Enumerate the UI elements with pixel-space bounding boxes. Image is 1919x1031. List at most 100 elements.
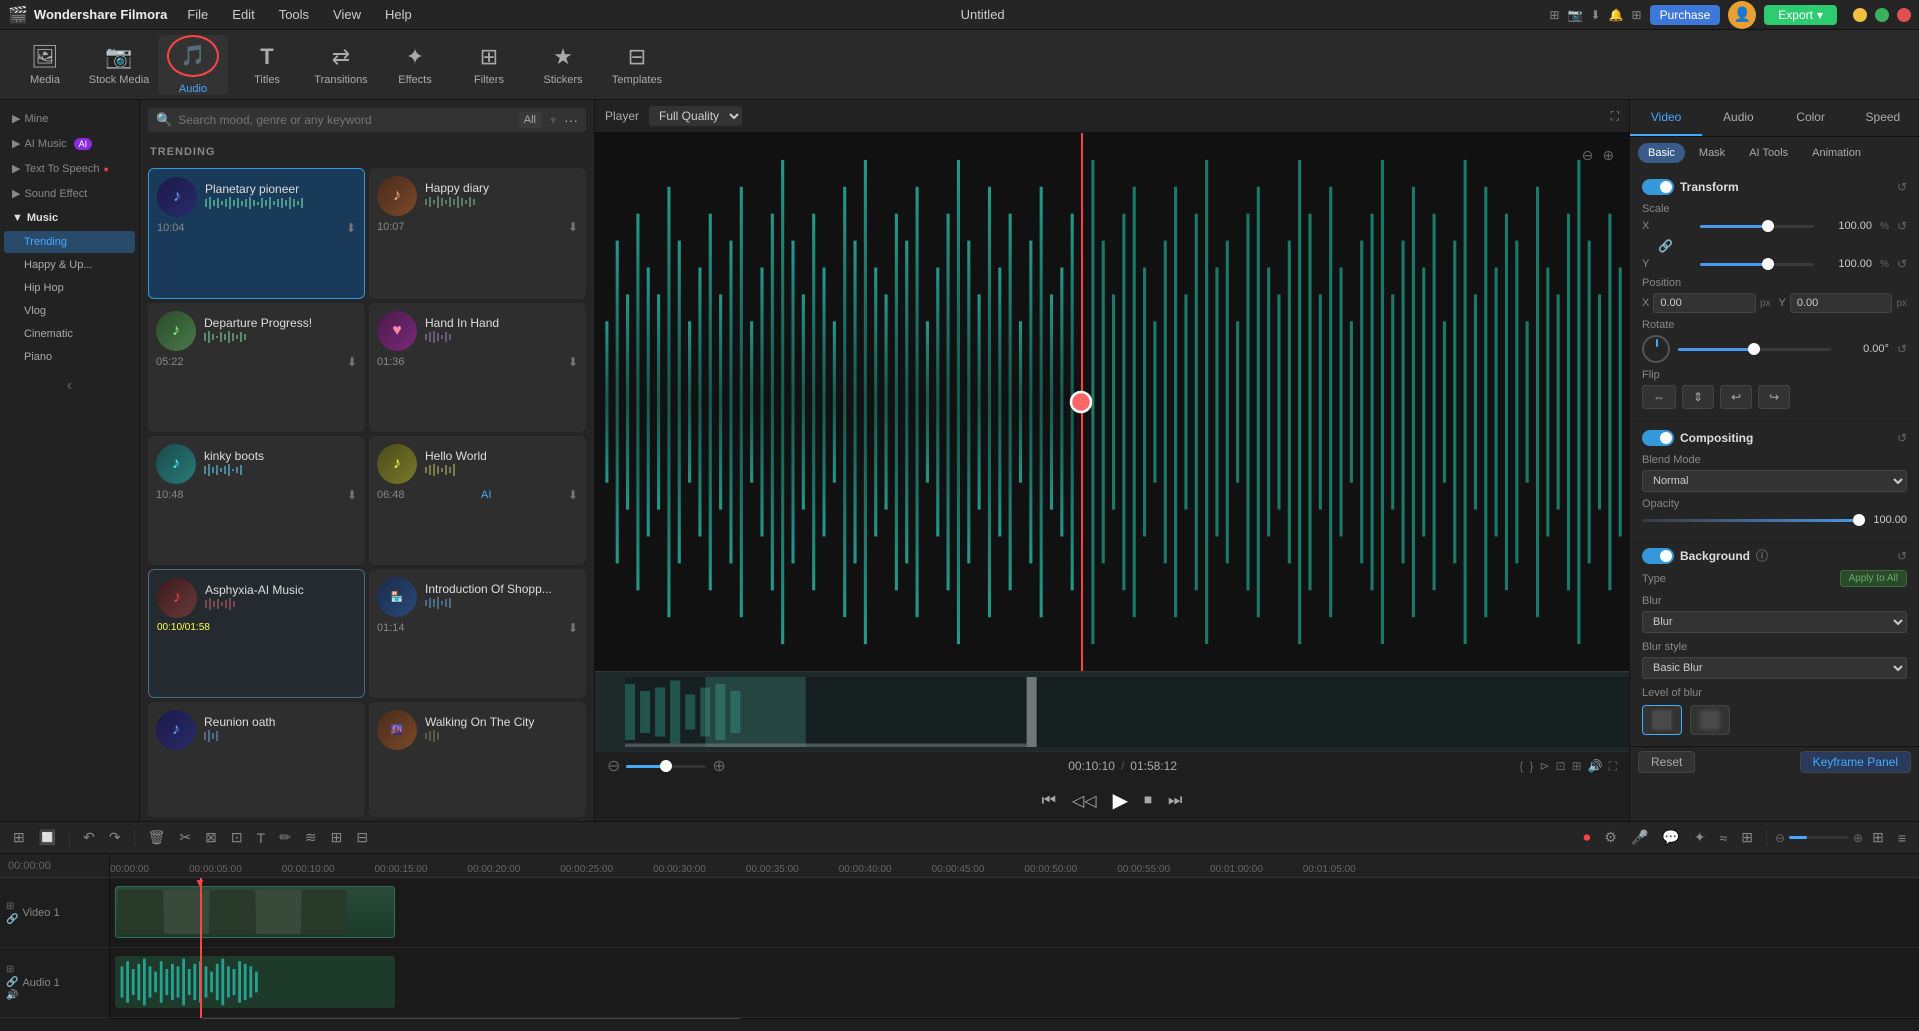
stop-button[interactable]: ⏹ bbox=[1140, 788, 1156, 814]
menu-icon-4[interactable]: 🔔 bbox=[1609, 8, 1624, 22]
tl-zoom-slider[interactable] bbox=[1789, 836, 1849, 839]
tl-audio-button[interactable]: 🎤 bbox=[1626, 826, 1653, 849]
fullscreen-icon[interactable]: ⛶ bbox=[1611, 109, 1619, 124]
zoom-slider[interactable] bbox=[626, 765, 706, 768]
blur-select[interactable]: Blur Color Image bbox=[1642, 611, 1907, 633]
scrollbar-thumb[interactable] bbox=[200, 1018, 743, 1019]
rewind-button[interactable]: ◁◁ bbox=[1068, 787, 1101, 815]
tl-scene-button[interactable]: ⊞ bbox=[1736, 826, 1758, 849]
apply-to-all-button[interactable]: Apply to All bbox=[1840, 570, 1907, 587]
download-icon-5[interactable]: ⬇ bbox=[347, 488, 357, 502]
search-more-icon[interactable]: ··· bbox=[564, 112, 578, 128]
sidebar-item-text-to-speech[interactable]: ▶ Text To Speech ● bbox=[0, 156, 139, 181]
music-card-8[interactable]: 🏪 Introduction Of Shopp... bbox=[369, 569, 586, 698]
blur-style-select[interactable]: Basic Blur Mosaic Blur Strong Blur bbox=[1642, 657, 1907, 679]
menu-file[interactable]: File bbox=[183, 5, 212, 24]
menu-icon-2[interactable]: 📷 bbox=[1568, 8, 1583, 22]
tl-more2-button[interactable]: ⊟ bbox=[351, 826, 373, 849]
music-card-7[interactable]: ♪ Asphyxia-AI Music bbox=[148, 569, 365, 698]
toolbar-stickers[interactable]: ★ Stickers bbox=[528, 35, 598, 95]
toolbar-audio[interactable]: 🎵 Audio bbox=[158, 35, 228, 95]
split-icon[interactable]: ⊳ bbox=[1539, 759, 1549, 774]
scale-y-slider[interactable] bbox=[1700, 263, 1814, 266]
background-info-icon[interactable]: ⓘ bbox=[1756, 547, 1768, 564]
tab-speed[interactable]: Speed bbox=[1847, 100, 1919, 136]
vol-icon[interactable]: 🔊 bbox=[1588, 759, 1603, 774]
flip-horizontal-button[interactable]: ⇔ bbox=[1642, 385, 1676, 409]
purchase-button[interactable]: Purchase bbox=[1650, 5, 1721, 25]
menu-tools[interactable]: Tools bbox=[275, 5, 313, 24]
minimize-button[interactable] bbox=[1853, 8, 1867, 22]
tl-zoom-in-icon[interactable]: ⊕ bbox=[1853, 831, 1863, 845]
blur-level-2[interactable] bbox=[1690, 705, 1730, 735]
sidebar-sub-cinematic[interactable]: Cinematic bbox=[4, 323, 135, 345]
opacity-slider[interactable] bbox=[1642, 519, 1865, 522]
transform-reset-icon[interactable]: ↺ bbox=[1897, 180, 1907, 194]
download-icon-3[interactable]: ⬇ bbox=[347, 355, 357, 369]
music-card-5[interactable]: ♪ kinky boots bbox=[148, 436, 365, 565]
maximize-button[interactable] bbox=[1875, 8, 1889, 22]
sidebar-item-mine[interactable]: ▶ Mine bbox=[0, 106, 139, 131]
background-reset-icon[interactable]: ↺ bbox=[1897, 549, 1907, 563]
video-clip[interactable] bbox=[115, 886, 395, 938]
tl-ripple-button[interactable]: ≋ bbox=[300, 826, 322, 849]
link-track-icon[interactable]: 🔗 bbox=[6, 914, 18, 925]
toolbar-titles[interactable]: T Titles bbox=[232, 35, 302, 95]
music-card-1[interactable]: ♪ Planetary pioneer bbox=[148, 168, 365, 299]
toolbar-stock[interactable]: 📷 Stock Media bbox=[84, 35, 154, 95]
music-card-4[interactable]: ♥ Hand In Hand bbox=[369, 303, 586, 432]
tl-select-button[interactable]: ⊡ bbox=[226, 826, 248, 849]
timeline-scrollbar[interactable] bbox=[110, 1018, 1919, 1019]
search-input[interactable] bbox=[178, 113, 512, 127]
mark-out-icon[interactable]: } bbox=[1529, 759, 1533, 774]
menu-edit[interactable]: Edit bbox=[228, 5, 258, 24]
user-avatar[interactable]: 👤 bbox=[1728, 1, 1756, 29]
sidebar-sub-trending[interactable]: Trending bbox=[4, 231, 135, 253]
music-card-6[interactable]: ♪ Hello World bbox=[369, 436, 586, 565]
sub-tab-basic[interactable]: Basic bbox=[1638, 143, 1685, 163]
sidebar-sub-piano[interactable]: Piano bbox=[4, 346, 135, 368]
zoom-in-icon[interactable]: ⊕ bbox=[712, 756, 725, 776]
music-card-10[interactable]: 🌆 Walking On The City bbox=[369, 702, 586, 817]
scale-x-reset[interactable]: ↺ bbox=[1897, 219, 1907, 233]
download-icon-1[interactable]: ⬇ bbox=[346, 221, 356, 235]
tl-draw-button[interactable]: ✏ bbox=[274, 826, 296, 849]
transform-toggle[interactable] bbox=[1642, 179, 1674, 195]
music-card-9[interactable]: ♪ Reunion oath bbox=[148, 702, 365, 817]
tl-silence-button[interactable]: ≈ bbox=[1715, 827, 1733, 849]
reset-button[interactable]: Reset bbox=[1638, 751, 1695, 773]
tl-zoom-out-icon[interactable]: ⊖ bbox=[1775, 831, 1785, 845]
sub-tab-animation[interactable]: Animation bbox=[1802, 143, 1871, 163]
tl-undo-button[interactable]: ↶ bbox=[78, 826, 100, 849]
skip-forward-button[interactable]: ⏭ bbox=[1164, 788, 1186, 814]
zoom-out-icon[interactable]: ⊖ bbox=[607, 756, 620, 776]
tl-layout-button[interactable]: ⊞ bbox=[1867, 826, 1889, 849]
link-icon[interactable]: 🔗 bbox=[1658, 239, 1673, 253]
compositing-reset-icon[interactable]: ↺ bbox=[1897, 431, 1907, 445]
sidebar-item-ai-music[interactable]: ▶ AI Music AI bbox=[0, 131, 139, 156]
tl-magnet-button[interactable]: 🔲 bbox=[34, 826, 61, 849]
close-button[interactable] bbox=[1897, 8, 1911, 22]
toolbar-filters[interactable]: ⊞ Filters bbox=[454, 35, 524, 95]
tl-record-button[interactable]: ⏺ bbox=[1578, 826, 1595, 849]
tl-settings-button[interactable]: ⚙ bbox=[1599, 826, 1622, 849]
download-icon-8[interactable]: ⬇ bbox=[568, 621, 578, 635]
music-card-2[interactable]: ♪ Happy diary bbox=[369, 168, 586, 299]
quality-select[interactable]: Full Quality 1/2 Quality 1/4 Quality bbox=[649, 106, 742, 126]
search-filter[interactable]: All bbox=[518, 112, 542, 128]
sidebar-item-music[interactable]: ▼ Music bbox=[0, 206, 139, 230]
snapshot-icon[interactable]: ⊡ bbox=[1556, 759, 1566, 774]
add-audio-track-icon[interactable]: ⊞ bbox=[6, 964, 18, 975]
pip-icon[interactable]: ⊞ bbox=[1572, 759, 1582, 774]
sub-tab-mask[interactable]: Mask bbox=[1689, 143, 1735, 163]
blur-level-1[interactable] bbox=[1642, 705, 1682, 735]
tl-text-button[interactable]: T bbox=[252, 827, 271, 849]
tab-video[interactable]: Video bbox=[1630, 100, 1702, 136]
flip-btn-3[interactable]: ↩ bbox=[1720, 385, 1752, 409]
music-card-3[interactable]: ♪ Departure Progress! bbox=[148, 303, 365, 432]
toolbar-media[interactable]: 🖼 Media bbox=[10, 35, 80, 95]
sidebar-item-sound-effect[interactable]: ▶ Sound Effect bbox=[0, 181, 139, 206]
mark-in-icon[interactable]: { bbox=[1519, 759, 1523, 774]
flip-btn-4[interactable]: ↪ bbox=[1758, 385, 1790, 409]
flip-vertical-button[interactable]: ⇕ bbox=[1682, 385, 1714, 409]
